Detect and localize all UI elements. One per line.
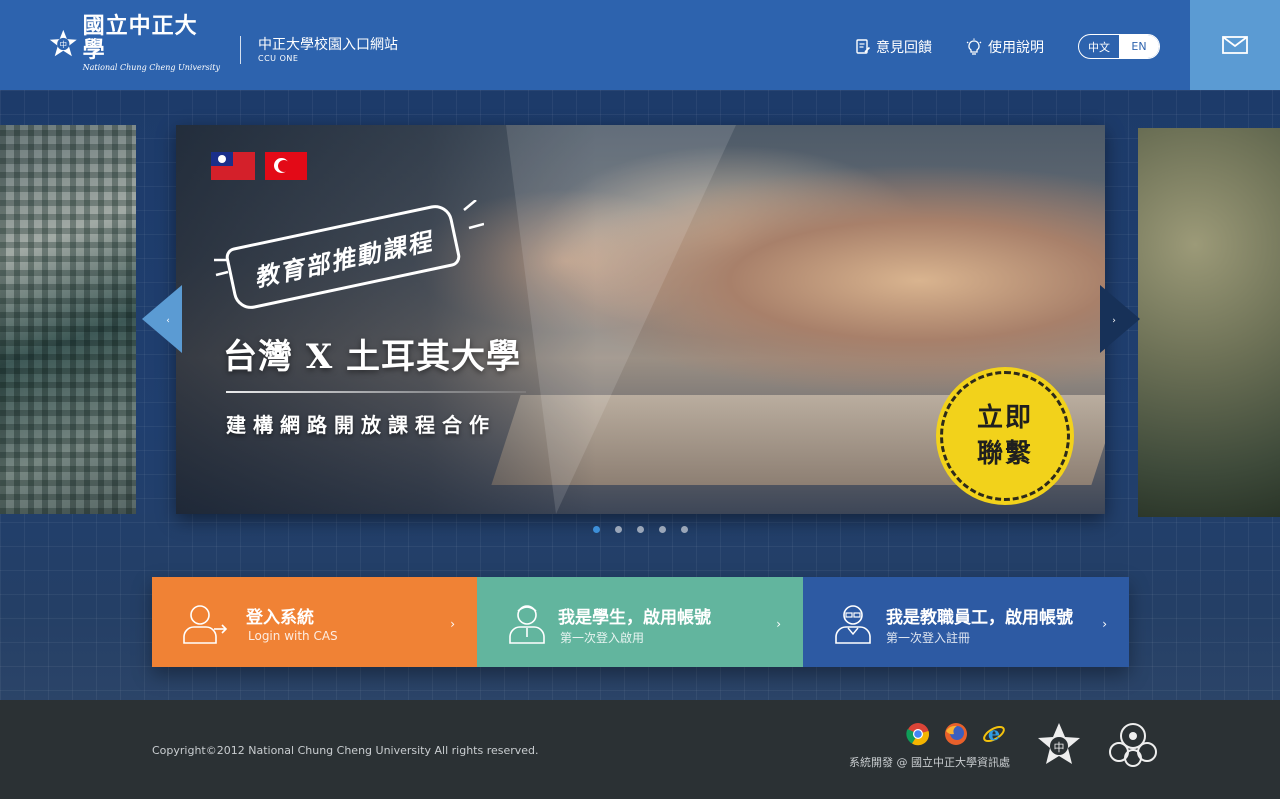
ccu-emblem-icon: 中 [49,29,77,57]
lightbulb-icon [966,38,982,55]
developer-credit: 系統開發 @ 國立中正大學資訊處 [849,756,1010,769]
login-subtitle: Login with CAS [248,629,338,643]
carousel-pagination [593,526,688,533]
staff-title: 我是教職員工，啟用帳號 [886,608,1073,628]
student-icon [509,605,545,644]
account-actions: 登入系統 Login with CAS › 我是學生，啟用帳號 第一次登入啟用 … [152,577,1129,667]
ie-icon: e [982,722,1006,746]
contact-line-1: 立即 [976,403,1033,433]
feedback-label: 意見回饋 [876,40,932,56]
site-footer: Copyright©2012 National Chung Cheng Univ… [0,700,1280,799]
carousel-dot[interactable] [659,526,666,533]
logo-chinese-name: 國立中正大學 [82,13,198,63]
firefox-icon [944,722,968,746]
user-login-icon [183,605,228,644]
carousel-dot[interactable] [681,526,688,533]
next-slide-preview[interactable] [1138,128,1280,517]
logo-english-name: National Chung Cheng University [82,63,220,72]
chevron-right-icon: › [1102,617,1107,631]
chrome-icon [906,722,930,746]
lang-zh-option[interactable]: 中文 [1079,35,1119,58]
chevron-left-icon: ‹ [166,316,170,326]
lang-en-option[interactable]: EN [1119,35,1159,58]
header-divider [240,36,241,64]
supported-browsers: e [906,722,1006,746]
feedback-link[interactable]: 意見回饋 [855,37,932,57]
carousel-dot[interactable] [593,526,600,533]
svg-text:e: e [988,723,1000,745]
student-title: 我是學生，啟用帳號 [558,608,711,628]
mail-icon [1222,36,1248,54]
ccu-logo[interactable]: 中 國立中正大學 National Chung Cheng University [48,14,220,72]
language-switch[interactable]: 中文 EN [1078,34,1160,59]
computer-center-logo-icon [1109,723,1157,767]
hero-section: 教育部推動課程 台灣 X 土耳其大學 建構網路開放課程合作 立即 聯繫 ‹ › [0,90,1280,700]
carousel-dot[interactable] [637,526,644,533]
site-header: 中 國立中正大學 National Chung Cheng University… [0,0,1280,90]
svg-text:中: 中 [1054,741,1065,754]
chevron-right-icon: › [1112,316,1116,326]
staff-activate-button[interactable]: 我是教職員工，啟用帳號 第一次登入註冊 › [803,577,1129,667]
help-label: 使用說明 [988,40,1044,56]
chevron-right-icon: › [450,617,455,631]
taiwan-flag-icon [211,152,255,180]
feedback-icon [856,39,871,54]
turkey-flag-icon [265,152,307,180]
staff-subtitle: 第一次登入註冊 [886,631,971,645]
contact-now-button[interactable]: 立即 聯繫 [940,371,1070,501]
contact-line-2: 聯繫 [976,439,1033,469]
carousel-prev-button[interactable]: ‹ [142,285,182,353]
portal-title: 中正大學校園入口網站 [258,37,398,53]
slide-subline: 建構網路開放課程合作 [226,413,496,437]
carousel-dot[interactable] [615,526,622,533]
student-activate-button[interactable]: 我是學生，啟用帳號 第一次登入啟用 › [477,577,803,667]
login-title: 登入系統 [246,608,314,628]
ccu-emblem-icon: 中 [1038,723,1080,764]
staff-icon [835,605,871,644]
svg-text:中: 中 [60,40,67,49]
student-subtitle: 第一次登入啟用 [560,631,645,645]
mail-button[interactable] [1190,0,1280,90]
carousel-active-slide[interactable]: 教育部推動課程 台灣 X 土耳其大學 建構網路開放課程合作 立即 聯繫 [176,125,1105,514]
chevron-right-icon: › [776,617,781,631]
help-link[interactable]: 使用說明 [965,37,1044,57]
carousel-next-button[interactable]: › [1100,285,1140,353]
previous-slide-preview[interactable] [0,125,136,514]
slide-headline: 台灣 X 土耳其大學 [223,337,522,377]
portal-subtitle: CCU ONE [258,54,299,63]
login-cas-button[interactable]: 登入系統 Login with CAS › [152,577,477,667]
copyright-text: Copyright©2012 National Chung Cheng Univ… [152,744,539,757]
